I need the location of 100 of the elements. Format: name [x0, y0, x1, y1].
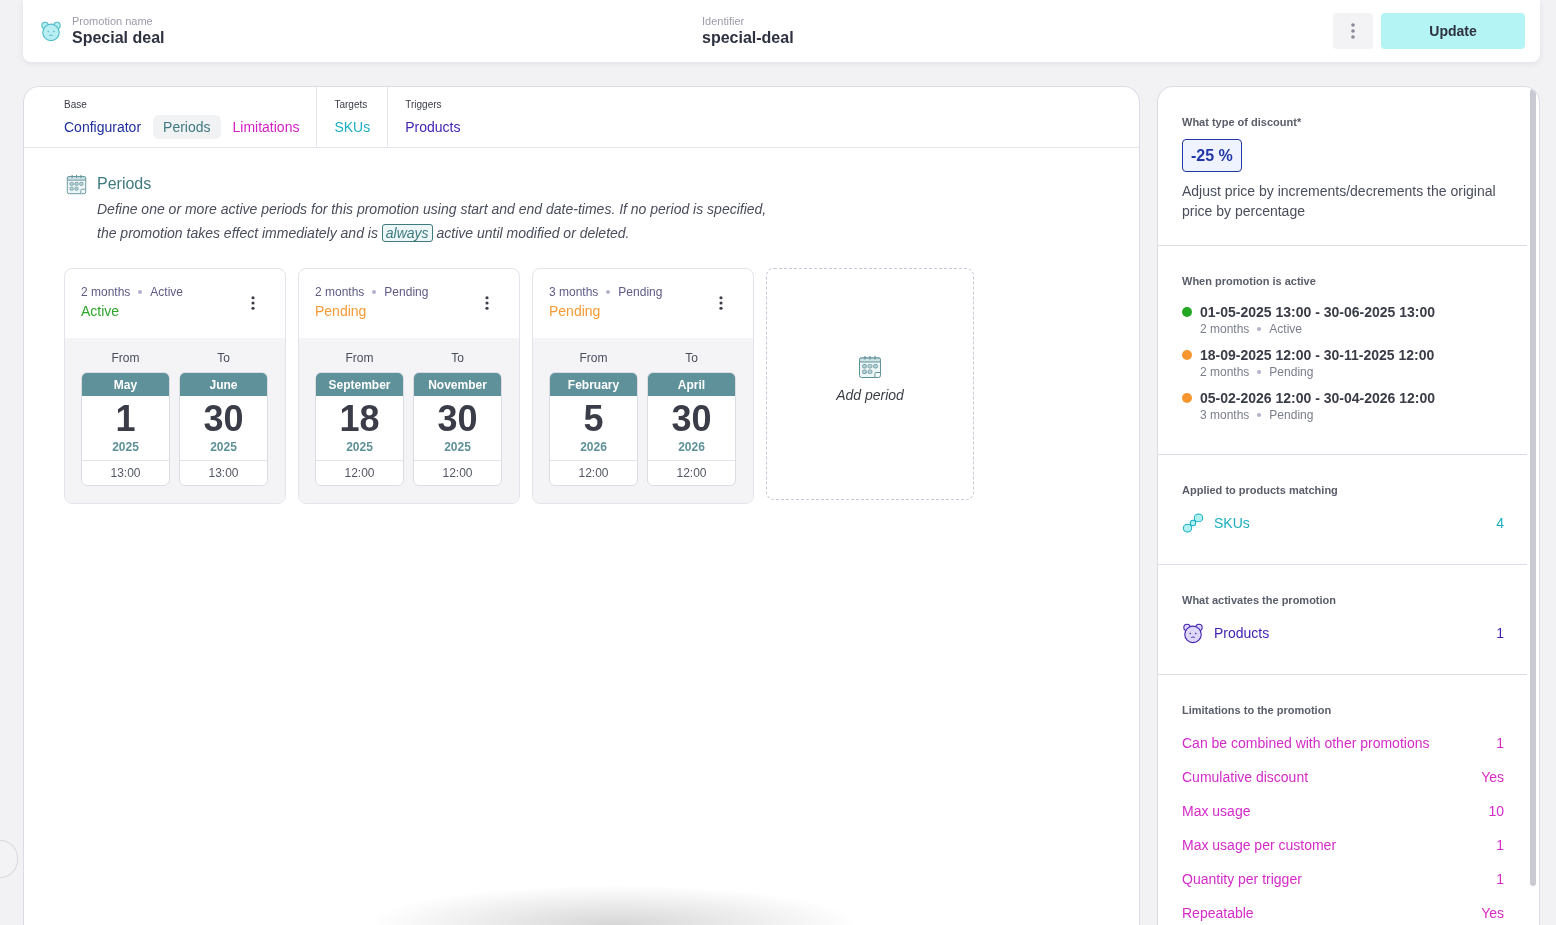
bullet-icon	[138, 290, 143, 294]
time-text: 12:00	[648, 460, 735, 485]
limitation-value: 10	[1488, 802, 1504, 821]
limitation-label: Max usage per customer	[1182, 836, 1337, 855]
day-number: 30	[670, 397, 713, 439]
date-label: To	[451, 350, 464, 366]
more-icon	[485, 296, 489, 310]
field-label: Promotion name	[72, 14, 153, 28]
year-text: 2025	[345, 439, 374, 456]
bullet-icon	[1257, 370, 1262, 374]
highlight-word: always	[381, 224, 433, 242]
day-number: 18	[338, 397, 381, 439]
month-header: April	[648, 373, 735, 396]
limitation-label: Cumulative discount	[1182, 768, 1309, 787]
year-text: 2026	[579, 439, 608, 456]
calendar-icon	[66, 173, 87, 195]
date-label: From	[345, 350, 374, 366]
bullet-icon	[372, 290, 377, 294]
promotion-name: Special deal	[72, 28, 165, 48]
candy-icon	[1182, 512, 1204, 534]
tab[interactable]: Limitations	[222, 115, 310, 139]
state-text: Pending	[1269, 407, 1314, 423]
time-text: 13:00	[82, 460, 169, 485]
tab[interactable]: Configurator	[54, 115, 152, 139]
bullet-icon	[606, 290, 611, 294]
add-period-button[interactable]: Add period	[766, 268, 974, 500]
bear-face-icon	[1182, 622, 1204, 644]
section-label: When promotion is active	[1182, 274, 1316, 288]
section-label: What activates the promotion	[1182, 593, 1337, 607]
bear-face-icon	[40, 20, 62, 42]
month-header: November	[414, 373, 501, 396]
duration-text: 2 months	[1200, 321, 1250, 337]
year-text: 2026	[677, 439, 706, 456]
section-title: Periods	[97, 174, 152, 194]
month-header: February	[550, 373, 637, 396]
period-range: 05-02-2026 12:00 - 30-04-2026 12:00	[1200, 389, 1436, 407]
duration-text: 3 months	[1200, 407, 1250, 423]
duration-text: 2 months	[81, 284, 131, 300]
discount-value: -25 %	[1182, 139, 1242, 172]
limitation-value: 1	[1496, 734, 1504, 753]
limitation-value: Yes	[1481, 768, 1504, 787]
tab-group-label: Targets	[334, 99, 368, 111]
duration-text: 2 months	[1200, 364, 1250, 380]
time-text: 12:00	[550, 460, 637, 485]
period-range: 18-09-2025 12:00 - 30-11-2025 12:00	[1200, 346, 1435, 364]
date-label: To	[217, 350, 230, 366]
limitation-label: Repeatable	[1182, 904, 1254, 923]
day-number: 5	[582, 397, 605, 439]
day-number: 1	[114, 397, 137, 439]
summary-link[interactable]: Products	[1214, 625, 1270, 641]
time-text: 13:00	[180, 460, 267, 485]
bullet-icon	[1257, 327, 1262, 331]
status-text: Active	[81, 302, 120, 320]
day-number: 30	[436, 397, 479, 439]
limitation-value: Yes	[1481, 904, 1504, 923]
limitation-value: 1	[1496, 836, 1504, 855]
calendar-icon	[858, 355, 882, 379]
status-text: Pending	[549, 302, 601, 320]
limitation-label: Can be combined with other promotions	[1182, 734, 1430, 753]
section-label: What type of discount*	[1182, 115, 1302, 129]
limitation-value: 1	[1496, 870, 1504, 889]
tab-group-label: Base	[64, 99, 87, 111]
count-text: 4	[1496, 515, 1504, 531]
time-text: 12:00	[414, 460, 501, 485]
month-header: September	[316, 373, 403, 396]
section-description: Define one or more active periods for this promotion using start and end date-times. If no period is specified, the promotion takes effect immediately and is always active until modified or deleted.	[97, 200, 768, 244]
more-icon	[251, 296, 255, 310]
section-label: Applied to products matching	[1182, 483, 1338, 497]
month-header: May	[82, 373, 169, 396]
count-text: 1	[1496, 625, 1504, 641]
state-text: Pending	[384, 284, 429, 300]
state-text: Pending	[1269, 364, 1314, 380]
time-text: 12:00	[316, 460, 403, 485]
section-label: Limitations to the promotion	[1182, 703, 1332, 717]
more-icon	[719, 296, 723, 310]
year-text: 2025	[443, 439, 472, 456]
tab-group-label: Triggers	[405, 99, 442, 111]
scrollbar[interactable]	[1530, 89, 1536, 886]
more-icon	[1351, 23, 1355, 39]
year-text: 2025	[111, 439, 140, 456]
day-number: 30	[202, 397, 245, 439]
month-header: June	[180, 373, 267, 396]
state-text: Active	[1269, 321, 1303, 337]
period-range: 01-05-2025 13:00 - 30-06-2025 13:00	[1200, 303, 1436, 321]
discount-description: Adjust price by increments/decrements the original price by percentage	[1182, 182, 1497, 221]
date-label: From	[579, 350, 608, 366]
state-text: Active	[150, 284, 184, 300]
identifier-value: special-deal	[702, 28, 794, 48]
bullet-icon	[1257, 413, 1262, 417]
limitation-label: Max usage	[1182, 802, 1251, 821]
state-text: Pending	[618, 284, 663, 300]
duration-text: 2 months	[315, 284, 365, 300]
year-text: 2025	[209, 439, 238, 456]
date-label: To	[685, 350, 698, 366]
tab[interactable]: Products	[395, 115, 471, 139]
date-label: From	[111, 350, 140, 366]
duration-text: 3 months	[549, 284, 599, 300]
tab[interactable]: Periods	[153, 115, 221, 139]
field-label: Identifier	[702, 14, 745, 28]
update-button[interactable]: Update	[1381, 13, 1525, 49]
